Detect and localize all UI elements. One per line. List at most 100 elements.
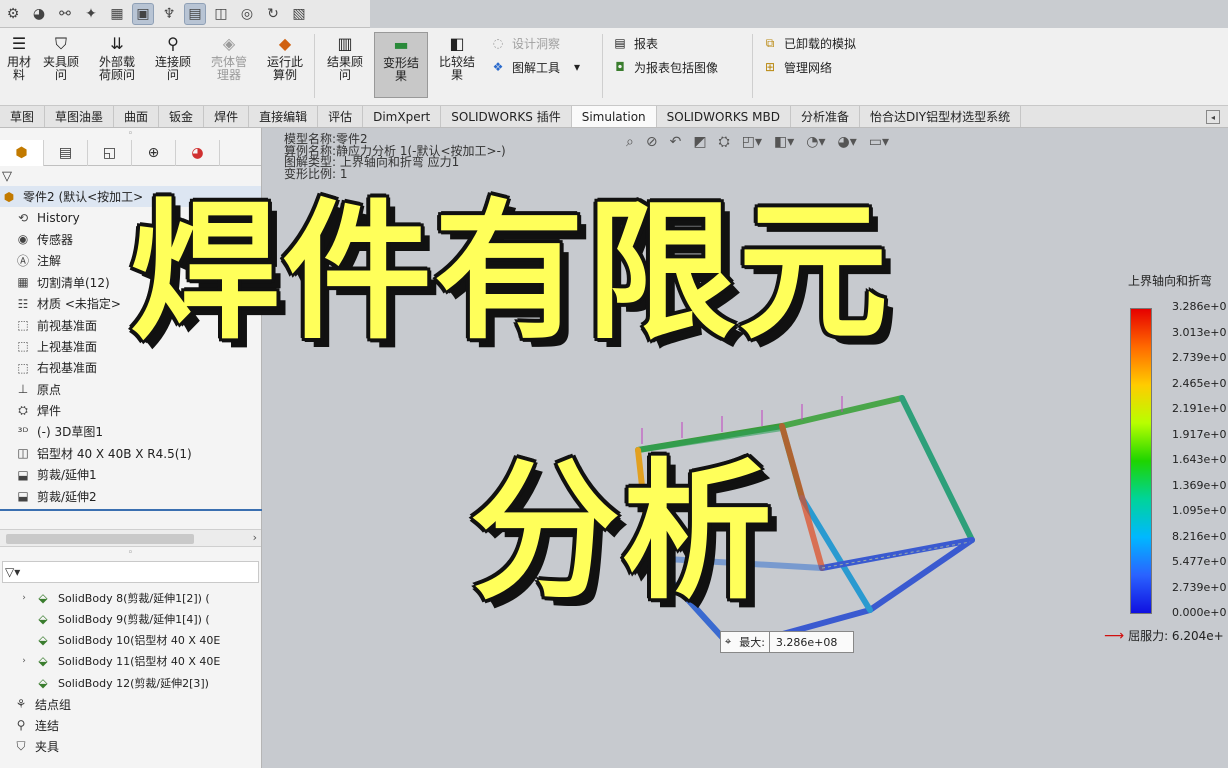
refresh-icon[interactable]: ↻ (262, 3, 284, 25)
wrench-icon[interactable]: ✦ (80, 3, 102, 25)
tree-item[interactable]: ◉ 传感器 (0, 229, 261, 250)
panel-grip[interactable]: ◦ (0, 547, 261, 559)
tab-5[interactable]: 直接编辑 (249, 106, 319, 127)
tree-item[interactable]: ⬓ 剪裁/延伸1 (0, 464, 261, 485)
target-icon[interactable]: ◎ (236, 3, 258, 25)
tab-8[interactable]: SOLIDWORKS 插件 (441, 106, 572, 127)
connections-advisor-button[interactable]: ⚲ 连接顾 问 (146, 32, 200, 98)
tree-item[interactable]: ☷ 材质 <未指定> (0, 293, 261, 314)
tree-item[interactable]: ⬚ 右视基准面 (0, 357, 261, 378)
manage-network-button[interactable]: ⊞ 管理网络 (762, 56, 832, 78)
tab-9[interactable]: Simulation (571, 106, 657, 127)
filter-icon[interactable]: ▽ (0, 166, 261, 186)
ribbon-separator (602, 34, 603, 98)
include-image-button[interactable]: ◘ 为报表包括图像 (612, 56, 718, 78)
simulation-group-item[interactable]: ⛉ 夹具 (0, 736, 261, 757)
max-value-probe[interactable]: ⌖ 最大: 3.286e+08 (720, 631, 854, 653)
tab-3[interactable]: 钣金 (159, 106, 205, 127)
tree-item[interactable]: Ⓐ 注解 (0, 250, 261, 271)
expand-arrow-icon[interactable]: › (14, 656, 34, 666)
plot-tools-button[interactable]: ❖ 图解工具 ▾ (490, 56, 580, 78)
tab-10[interactable]: SOLIDWORKS MBD (657, 106, 791, 127)
simulation-group-label: 结点组 (35, 697, 72, 712)
expand-arrow-icon[interactable]: › (14, 593, 34, 603)
command-manager-tabs: 草图 草图油墨 曲面 钣金 焊件 直接编辑 评估 DimXpert SOLIDWORKS 插件 S… (0, 106, 1228, 128)
panel-grip[interactable]: ◦ (0, 128, 261, 140)
report-button[interactable]: ▤ 报表 (612, 32, 658, 54)
compare-icon: ◧ (449, 33, 465, 53)
scroll-right-icon[interactable]: › (253, 531, 257, 544)
tab-4[interactable]: 焊件 (204, 106, 250, 127)
run-study-button[interactable]: ◆ 运行此 算例 (258, 32, 312, 98)
fixtures-advisor-button[interactable]: ⛉ 夹具顾 问 (34, 32, 88, 98)
assembly-icon[interactable]: ⚙ (2, 3, 24, 25)
tree-item[interactable]: ⬓ 剪裁/延伸2 (0, 485, 261, 506)
joint-group-icon: ⚘ (15, 697, 27, 712)
connection-icon: ⚲ (167, 33, 179, 53)
tree-item[interactable]: ⬚ 上视基准面 (0, 336, 261, 357)
body-filter-input[interactable]: ▽▾ (2, 560, 259, 583)
unloaded-simulations-button[interactable]: ⧉ 已卸载的模拟 (762, 32, 856, 54)
property-manager-tab-icon[interactable]: ▤ (44, 140, 88, 166)
link-icon[interactable]: ⚯ (54, 3, 76, 25)
restore-panel-icon[interactable]: ◂ (1206, 110, 1220, 124)
tree-item[interactable]: ⊥ 原点 (0, 379, 261, 400)
tree-item-label: 前视基准面 (37, 318, 98, 333)
solid-body-label: SolidBody 11(铝型材 40 X 40E (58, 655, 221, 669)
solid-body-item[interactable]: › ⬙ SolidBody 11(铝型材 40 X 40E (0, 651, 261, 672)
tab-7[interactable]: DimXpert (363, 106, 442, 127)
dimxpert-tab-icon[interactable]: ⊕ (132, 140, 176, 166)
simulation-group-item[interactable]: ⚲ 连结 (0, 715, 261, 736)
simulation-icon[interactable]: ▣ (132, 2, 154, 25)
history-icon: ⟲ (17, 211, 29, 226)
tree-item-label: 右视基准面 (37, 361, 98, 376)
solid-body-label: SolidBody 9(剪裁/延伸1[4]) ( (58, 612, 210, 626)
solid-body-item[interactable]: ⬙ SolidBody 9(剪裁/延伸1[4]) ( (0, 608, 261, 629)
toolbox-icon[interactable]: ▤ (184, 2, 206, 25)
tab-11[interactable]: 分析准备 (791, 106, 860, 127)
stack-icon[interactable]: ▧ (288, 3, 310, 25)
yield-label: 屈服力: 6.204e+ (1128, 629, 1224, 643)
results-icon: ▥ (337, 33, 353, 53)
display-manager-tab-icon[interactable]: ◕ (176, 140, 220, 166)
load-icon: ⇊ (110, 33, 124, 53)
tree-item[interactable]: ³ᴰ (-) 3D草图1 (0, 421, 261, 442)
solid-body-icon: ⬙ (38, 611, 48, 626)
tab-1[interactable]: 草图油墨 (45, 106, 115, 127)
solid-body-item[interactable]: ⬙ SolidBody 10(铝型材 40 X 40E (0, 629, 261, 650)
graphics-viewport[interactable]: 模型名称:零件2 算例名称:静应力分析 1(-默认<按加工>-) 图解类型: 上… (262, 128, 1228, 768)
tree-item[interactable]: ◫ 铝型材 40 X 40B X R4.5(1) (0, 443, 261, 464)
tree-item-label: 原点 (37, 382, 62, 397)
design-insight-button[interactable]: ◌ 设计洞察 (490, 32, 560, 54)
solid-body-item[interactable]: ⬙ SolidBody 12(剪裁/延伸2[3]) (0, 672, 261, 693)
deformed-result-button[interactable]: ▬ 变形结 果 (374, 32, 428, 98)
tab-0[interactable]: 草图 (0, 106, 46, 127)
solid-body-icon: ⬙ (38, 675, 48, 690)
ribbon-separator (314, 34, 315, 98)
tab-2[interactable]: 曲面 (114, 106, 160, 127)
configuration-manager-tab-icon[interactable]: ◱ (88, 140, 132, 166)
routing-icon[interactable]: ◫ (210, 3, 232, 25)
chart-icon[interactable]: ▦ (106, 3, 128, 25)
feature-manager-tab-icon[interactable]: ⬢ (0, 140, 44, 166)
tree-item[interactable]: ⛭ 焊件 (0, 400, 261, 421)
scrollbar-thumb[interactable] (6, 533, 194, 544)
simulation-group-item[interactable]: ⚘ 结点组 (0, 693, 261, 714)
tree-item-label: 切割清单(12) (37, 275, 110, 290)
legend-title: 上界轴向和折弯 (1128, 274, 1213, 288)
shell-manager-button[interactable]: ◈ 壳体管 理器 (202, 32, 256, 98)
tab-12[interactable]: 怡合达DIY铝型材选型系统 (860, 106, 1022, 127)
tree-item[interactable]: ⬚ 前视基准面 (0, 314, 261, 335)
compare-results-button[interactable]: ◧ 比较结 果 (430, 32, 484, 98)
globe-icon[interactable]: ◕ (28, 3, 50, 25)
probe-icon[interactable]: ♆ (158, 3, 180, 25)
horizontal-scrollbar[interactable]: › (0, 528, 261, 547)
tree-root[interactable]: ⬢ 零件2 (默认<按加工> (0, 186, 261, 208)
tab-6[interactable]: 评估 (318, 106, 364, 127)
external-loads-button[interactable]: ⇊ 外部载 荷顾问 (90, 32, 144, 98)
results-advisor-button[interactable]: ▥ 结果顾 问 (318, 32, 372, 98)
deformed-result-label: 变形结 果 (382, 56, 419, 83)
tree-item[interactable]: ⟲ History (0, 207, 261, 228)
tree-item[interactable]: ▦ 切割清单(12) (0, 272, 261, 293)
solid-body-item[interactable]: › ⬙ SolidBody 8(剪裁/延伸1[2]) ( (0, 587, 261, 608)
